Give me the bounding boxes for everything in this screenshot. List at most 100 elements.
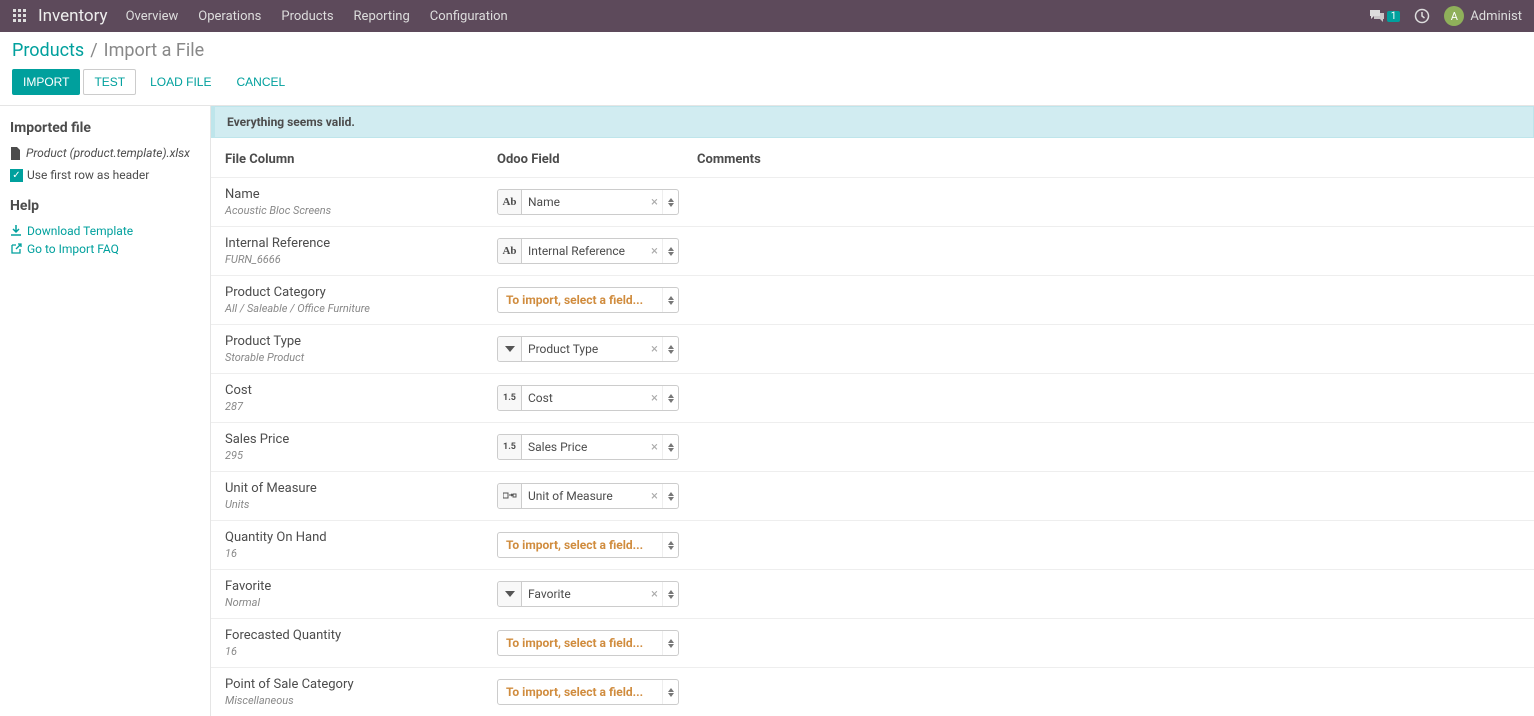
clear-icon[interactable]: ×	[647, 342, 662, 357]
field-value: Product Type	[522, 342, 647, 356]
apps-icon[interactable]	[12, 8, 28, 24]
file-column-cell: Cost287	[225, 383, 497, 413]
caret-icon[interactable]	[662, 582, 678, 606]
file-column-sample: Storable Product	[225, 351, 497, 364]
field-type-badge: 1.5	[498, 386, 522, 410]
header-odoo-field: Odoo Field	[497, 152, 697, 167]
field-select[interactable]: Unit of Measure×	[497, 483, 679, 509]
load-file-button[interactable]: LOAD FILE	[139, 69, 222, 95]
caret-icon[interactable]	[662, 631, 678, 655]
field-select[interactable]: To import, select a field...	[497, 532, 679, 558]
field-type-badge: Ab	[498, 239, 522, 263]
mapping-row: Product CategoryAll / Saleable / Office …	[211, 275, 1534, 324]
caret-icon[interactable]	[662, 386, 678, 410]
nav-overview[interactable]: Overview	[126, 9, 179, 24]
breadcrumb-current: Import a File	[104, 40, 204, 61]
field-select[interactable]: To import, select a field...	[497, 679, 679, 705]
clear-icon[interactable]: ×	[647, 244, 662, 259]
field-select[interactable]: To import, select a field...	[497, 287, 679, 313]
header-file-column: File Column	[225, 152, 497, 167]
mapping-row: Sales Price2951.5Sales Price×	[211, 422, 1534, 471]
clear-icon[interactable]: ×	[647, 489, 662, 504]
clear-icon[interactable]: ×	[647, 195, 662, 210]
nav-operations[interactable]: Operations	[198, 9, 261, 24]
sidebar: Imported file Product (product.template)…	[0, 106, 210, 716]
file-column-sample: FURN_6666	[225, 253, 497, 266]
caret-icon[interactable]	[662, 337, 678, 361]
nav-products[interactable]: Products	[281, 9, 333, 24]
field-select[interactable]: AbName×	[497, 189, 679, 215]
caret-icon[interactable]	[662, 190, 678, 214]
breadcrumb-sep: /	[90, 40, 97, 61]
file-column-name: Name	[225, 187, 497, 202]
field-select[interactable]: 1.5Sales Price×	[497, 434, 679, 460]
caret-icon[interactable]	[662, 288, 678, 312]
odoo-field-cell: To import, select a field...	[497, 630, 697, 656]
breadcrumb-parent[interactable]: Products	[12, 40, 84, 61]
file-icon	[10, 147, 21, 160]
field-type-badge	[498, 582, 522, 606]
file-column-cell: FavoriteNormal	[225, 579, 497, 609]
first-row-label: Use first row as header	[27, 168, 149, 182]
imported-file-title: Imported file	[10, 120, 200, 136]
file-column-name: Point of Sale Category	[225, 677, 497, 692]
mapping-row: Unit of MeasureUnitsUnit of Measure×	[211, 471, 1534, 520]
field-select[interactable]: To import, select a field...	[497, 630, 679, 656]
file-column-name: Unit of Measure	[225, 481, 497, 496]
clear-icon[interactable]: ×	[647, 587, 662, 602]
caret-icon[interactable]	[662, 680, 678, 704]
file-name: Product (product.template).xlsx	[26, 146, 190, 160]
file-column-sample: 16	[225, 645, 497, 658]
nav-configuration[interactable]: Configuration	[430, 9, 508, 24]
mapping-row: Internal ReferenceFURN_6666AbInternal Re…	[211, 226, 1534, 275]
chat-icon[interactable]: 1	[1369, 9, 1401, 23]
field-value: Internal Reference	[522, 244, 647, 258]
clear-icon[interactable]: ×	[647, 391, 662, 406]
file-column-cell: Quantity On Hand16	[225, 530, 497, 560]
odoo-field-cell: AbInternal Reference×	[497, 238, 697, 264]
field-type-badge	[498, 484, 522, 508]
field-select[interactable]: 1.5Cost×	[497, 385, 679, 411]
caret-icon[interactable]	[662, 484, 678, 508]
action-row: IMPORT TEST LOAD FILE CANCEL	[0, 63, 1534, 106]
field-select[interactable]: Favorite×	[497, 581, 679, 607]
file-column-cell: Product CategoryAll / Saleable / Office …	[225, 285, 497, 315]
file-column-sample: All / Saleable / Office Furniture	[225, 302, 497, 315]
file-column-cell: Forecasted Quantity16	[225, 628, 497, 658]
user-menu[interactable]: A Administ	[1444, 6, 1522, 26]
file-column-name: Quantity On Hand	[225, 530, 497, 545]
file-column-name: Cost	[225, 383, 497, 398]
field-select[interactable]: AbInternal Reference×	[497, 238, 679, 264]
odoo-field-cell: To import, select a field...	[497, 532, 697, 558]
test-button[interactable]: TEST	[83, 69, 136, 95]
import-button[interactable]: IMPORT	[12, 69, 80, 95]
odoo-field-cell: To import, select a field...	[497, 287, 697, 313]
caret-icon[interactable]	[662, 239, 678, 263]
content: Everything seems valid. File Column Odoo…	[210, 106, 1534, 716]
download-template-link[interactable]: Download Template	[10, 224, 200, 238]
import-faq-link[interactable]: Go to Import FAQ	[10, 242, 200, 256]
mapping-row: NameAcoustic Bloc ScreensAbName×	[211, 177, 1534, 226]
help-title: Help	[10, 198, 200, 214]
mapping-row: Quantity On Hand16To import, select a fi…	[211, 520, 1534, 569]
file-column-cell: Internal ReferenceFURN_6666	[225, 236, 497, 266]
field-placeholder: To import, select a field...	[498, 685, 662, 699]
breadcrumb: Products / Import a File	[0, 32, 1534, 63]
download-icon	[10, 225, 22, 237]
cancel-button[interactable]: CANCEL	[225, 69, 296, 95]
first-row-checkbox[interactable]: ✓ Use first row as header	[10, 168, 200, 182]
file-column-sample: Normal	[225, 596, 497, 609]
nav-reporting[interactable]: Reporting	[354, 9, 410, 24]
caret-icon[interactable]	[662, 435, 678, 459]
app-name[interactable]: Inventory	[38, 6, 108, 26]
field-value: Sales Price	[522, 440, 647, 454]
caret-icon[interactable]	[662, 533, 678, 557]
field-select[interactable]: Product Type×	[497, 336, 679, 362]
odoo-field-cell: Unit of Measure×	[497, 483, 697, 509]
clear-icon[interactable]: ×	[647, 440, 662, 455]
odoo-field-cell: 1.5Cost×	[497, 385, 697, 411]
activities-icon[interactable]	[1414, 8, 1430, 24]
field-placeholder: To import, select a field...	[498, 293, 662, 307]
avatar: A	[1444, 6, 1464, 26]
field-type-badge: Ab	[498, 190, 522, 214]
